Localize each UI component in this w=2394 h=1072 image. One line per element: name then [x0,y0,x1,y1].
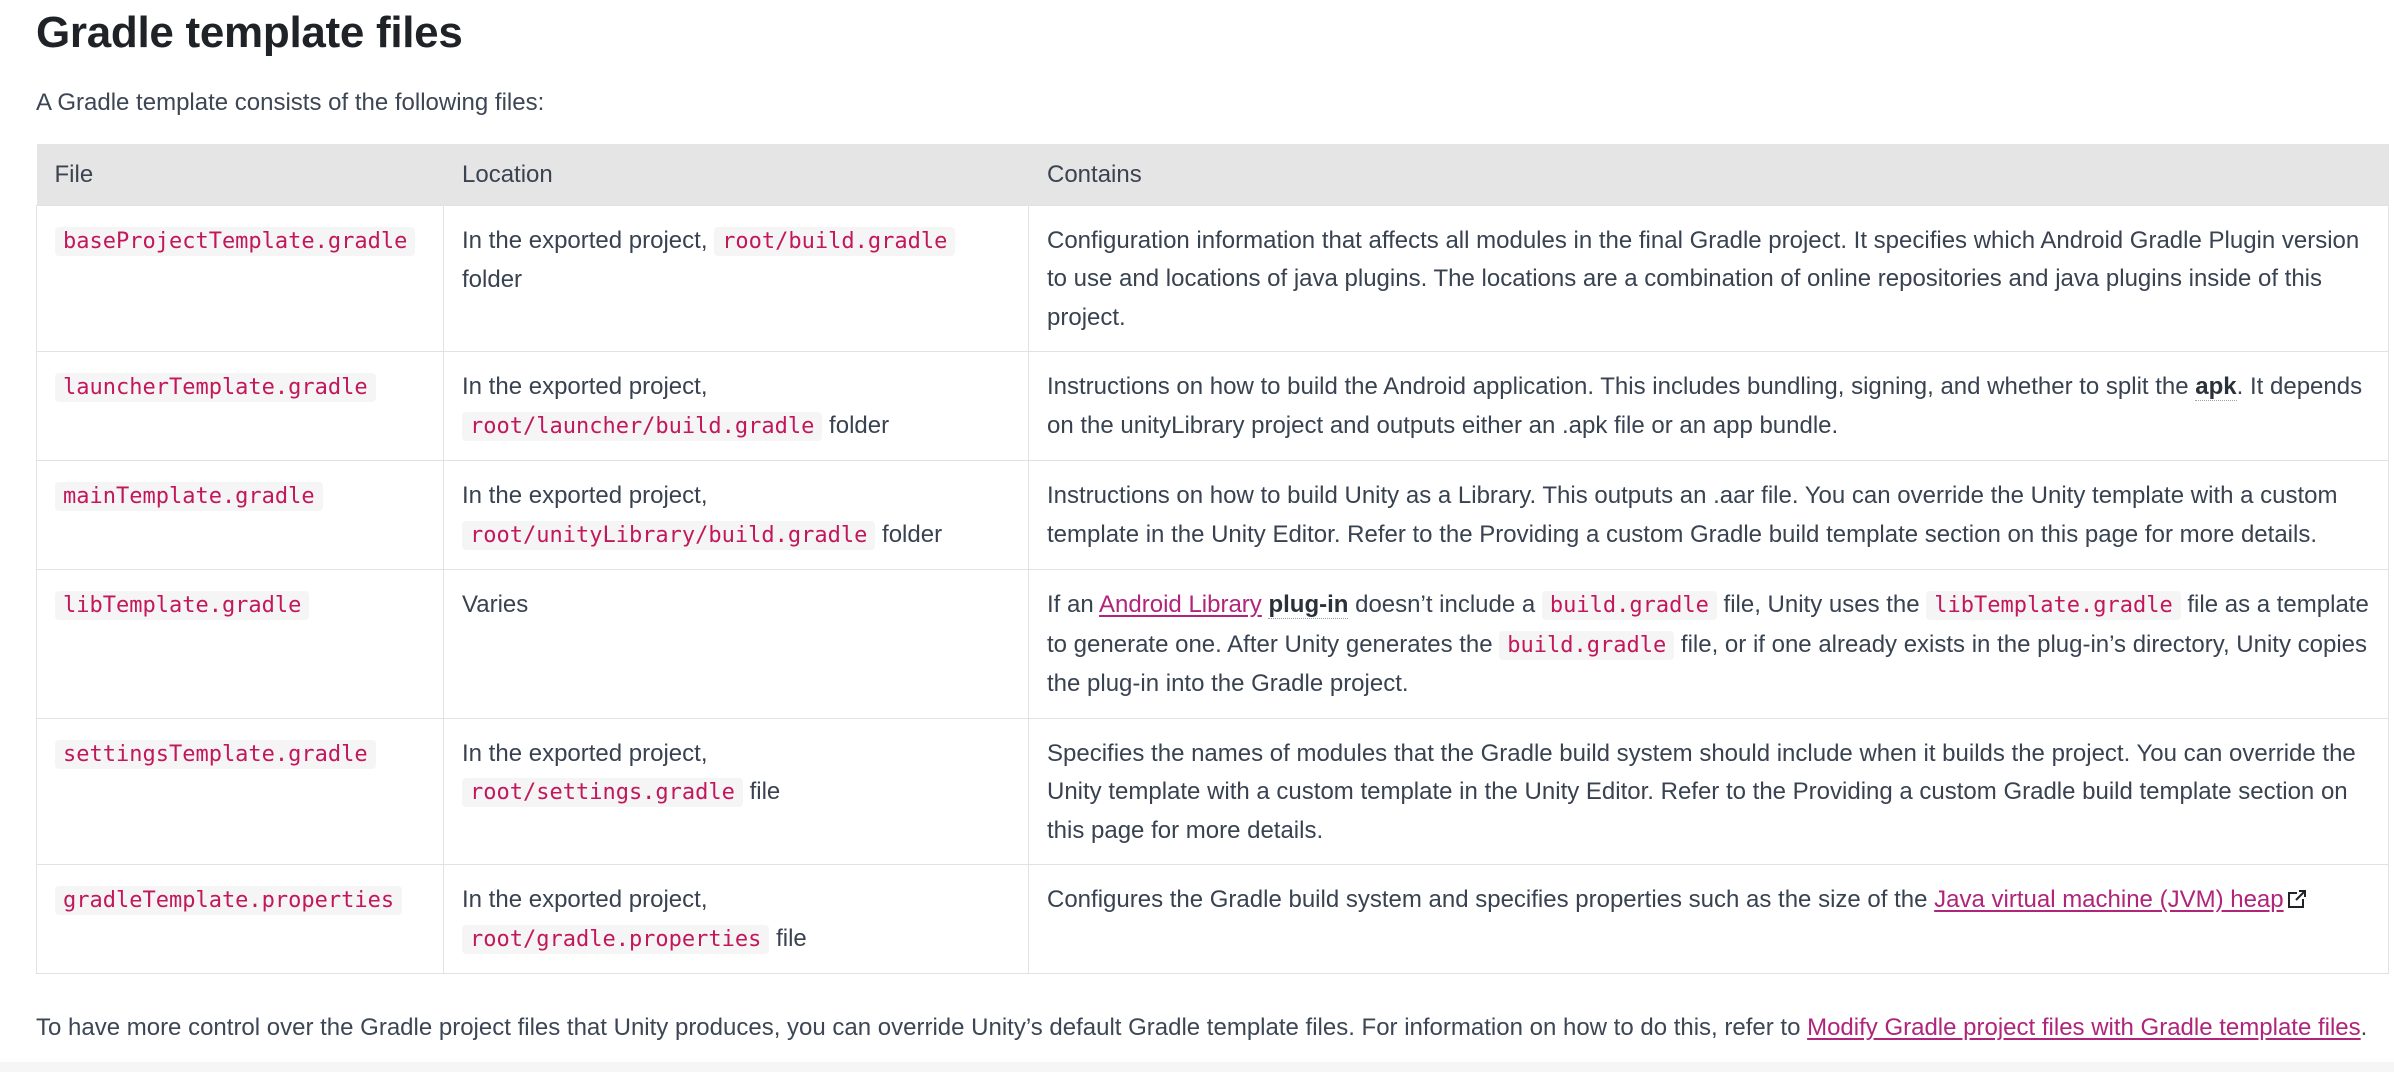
table-row: launcherTemplate.gradle In the exported … [36,351,2389,461]
location-suffix: folder [829,411,890,439]
location-text: In the exported project, [462,482,708,509]
contains-cell: Instructions on how to build Unity as a … [1028,460,2389,570]
file-name: launcherTemplate.gradle [55,373,376,402]
table-row: libTemplate.gradle Varies If an Android … [36,569,2389,719]
table-row: baseProjectTemplate.gradle In the export… [36,204,2389,352]
location-cell: In the exported project, root/build.grad… [443,204,1029,352]
location-path: root/gradle.properties [462,924,770,954]
inline-code: build.gradle [1541,591,1717,620]
contains-text: doesn’t include a [1348,591,1542,618]
inline-code: libTemplate.gradle [1926,591,2181,620]
location-text: In the exported project, [462,373,708,400]
location-cell: In the exported project, root/unityLibrar… [443,460,1029,570]
location-path: root/build.gradle [714,226,956,256]
glossary-term-apk[interactable]: apk [2195,373,2237,401]
contains-text: file, Unity uses the [1716,591,1927,618]
outro-paragraph: To have more control over the Gradle pro… [36,1008,2388,1047]
inline-code: build.gradle [1499,630,1675,660]
location-suffix: folder [882,520,943,548]
contains-cell: Instructions on how to build the Android… [1028,351,2389,461]
file-name: baseProjectTemplate.gradle [55,226,416,256]
jvm-heap-link[interactable]: Java virtual machine (JVM) heap [1934,886,2283,913]
location-suffix: folder [462,266,523,293]
location-path: root/launcher/build.gradle [462,411,823,441]
intro-paragraph: A Gradle template consists of the follow… [36,89,545,116]
file-name: gradleTemplate.properties [55,886,403,915]
table-row: settingsTemplate.gradle In the exported … [36,717,2389,865]
jvm-heap-link-text: Java virtual machine (JVM) heap [1934,886,2284,913]
table-header-row: File Location Contains [36,144,2389,205]
android-library-link[interactable]: Android Library [1099,591,1262,618]
file-cell: libTemplate.gradle [36,569,444,719]
location-cell: In the exported project, root/settings.gr… [443,717,1029,865]
location-path: root/unityLibrary/build.gradle [462,520,876,550]
file-cell: gradleTemplate.properties [36,864,444,974]
bottom-divider [0,1062,2394,1072]
column-header-location: Location [443,144,1029,205]
contains-text: Configures the Gradle build system and s… [1047,886,1935,913]
location-cell: In the exported project, root/launcher/bu… [443,351,1029,461]
page-content: Gradle template files A Gradle template … [36,0,2389,1047]
location-text: In the exported project, [462,739,708,767]
file-name: mainTemplate.gradle [55,482,323,511]
contains-cell: If an Android Library plug-in doesn’t in… [1028,569,2389,719]
location-cell: Varies [443,569,1029,719]
outro-text: To have more control over the Gradle pro… [36,1014,1808,1041]
table-row: gradleTemplate.properties In the exporte… [36,864,2389,974]
file-cell: settingsTemplate.gradle [36,717,444,865]
page-title: Gradle template files [36,8,463,57]
location-path: root/settings.gradle [462,778,743,807]
contains-cell: Configures the Gradle build system and s… [1028,864,2389,974]
table-row: mainTemplate.gradle In the exported proj… [36,460,2389,570]
location-cell: In the exported project, root/gradle.prop… [443,864,1029,974]
outro-end: . [2360,1014,2368,1041]
contains-cell: Specifies the names of modules that the … [1028,717,2389,865]
external-link-icon [2287,890,2306,908]
glossary-term-plug-in[interactable]: plug-in [1268,591,1349,619]
column-header-file: File [36,144,444,205]
location-text: In the exported project, [462,886,708,913]
gradle-template-table: File Location Contains baseProjectTempla… [36,144,2389,974]
modify-gradle-files-link[interactable]: Modify Gradle project files with Gradle … [1807,1014,2361,1041]
file-name: settingsTemplate.gradle [55,739,376,769]
location-suffix: file [776,924,807,952]
file-cell: launcherTemplate.gradle [36,351,444,461]
file-cell: mainTemplate.gradle [36,460,444,570]
file-cell: baseProjectTemplate.gradle [36,204,444,352]
location-text: In the exported project, [462,226,708,254]
contains-text: If an [1047,591,1100,618]
file-name: libTemplate.gradle [55,591,310,620]
contains-cell: Configuration information that affects a… [1028,204,2389,352]
location-suffix: file [749,778,781,805]
column-header-contains: Contains [1028,144,2389,205]
contains-text: Instructions on how to build the Android… [1047,373,2196,400]
